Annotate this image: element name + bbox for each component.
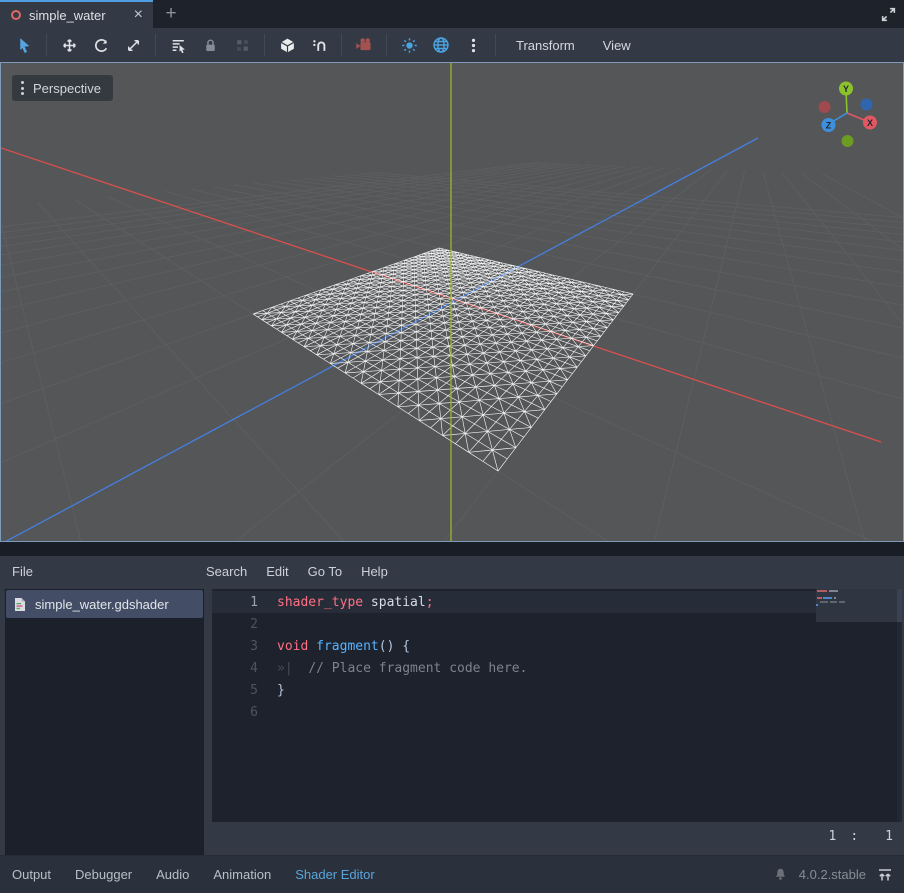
shader-file-list: simple_water.gdshader — [5, 589, 204, 855]
expand-bottom-panel-icon[interactable] — [877, 867, 893, 883]
code-text: void fragment() { — [277, 639, 410, 654]
line-number: 4 — [212, 661, 258, 676]
minimap-mark — [834, 597, 836, 599]
minimap-mark — [817, 597, 822, 599]
code-line[interactable]: 1 shader_type spatial; — [212, 591, 900, 613]
view-menu[interactable]: View — [589, 38, 645, 53]
axis-neg-y-ball[interactable] — [842, 135, 854, 147]
shader-file-circle-icon — [11, 10, 21, 20]
toolbar-separator — [495, 34, 496, 56]
scene-tab-bar: simple_water × + — [0, 0, 904, 28]
shader-code-editor[interactable]: 1 shader_type spatial; 2 3 void fragment() {… — [212, 589, 900, 822]
axis-neg-x-ball[interactable] — [819, 101, 831, 113]
code-line[interactable]: 6 — [212, 701, 900, 723]
perspective-kebab-icon — [21, 81, 24, 95]
file-list-item-selected[interactable]: simple_water.gdshader — [6, 590, 203, 618]
transform-menu[interactable]: Transform — [502, 38, 589, 53]
viewport-scene — [1, 63, 903, 541]
code-line[interactable]: 2 — [212, 613, 900, 635]
select-tool-icon[interactable] — [12, 33, 36, 57]
lock-object-icon[interactable] — [198, 33, 222, 57]
close-tab-icon[interactable]: × — [132, 7, 145, 23]
shader-menu-row: File Search Edit Go To Help — [0, 556, 904, 586]
rotate-tool-icon[interactable] — [89, 33, 113, 57]
line-number: 6 — [212, 705, 258, 720]
axis-y-label: Y — [843, 84, 849, 94]
scene-tab-simple-water[interactable]: simple_water × — [0, 0, 153, 28]
snap-magnet-icon[interactable] — [307, 33, 331, 57]
edit-menu[interactable]: Edit — [266, 564, 288, 579]
new-tab-button[interactable]: + — [153, 0, 189, 28]
move-tool-icon[interactable] — [57, 33, 81, 57]
dock-tab-animation[interactable]: Animation — [201, 867, 283, 882]
toggle-fullscreen-icon[interactable] — [880, 6, 897, 23]
version-label: 4.0.2.stable — [799, 867, 866, 882]
toolbar-separator — [46, 34, 47, 56]
minimap-mark — [839, 601, 845, 603]
shader-editor-panel: File Search Edit Go To Help simple_water… — [0, 556, 904, 893]
dock-tab-output[interactable]: Output — [0, 867, 63, 882]
dock-tab-debugger[interactable]: Debugger — [63, 867, 144, 882]
axis-gizmo[interactable]: Y X Z — [804, 77, 894, 157]
bottom-dock-bar: OutputDebuggerAudioAnimationShader Edito… — [0, 855, 904, 893]
code-line[interactable]: 3 void fragment() { — [212, 635, 900, 657]
line-number: 5 — [212, 683, 258, 698]
code-line[interactable]: 5} — [212, 679, 900, 701]
dock-tab-audio[interactable]: Audio — [144, 867, 201, 882]
minimap-mark — [820, 601, 828, 603]
cursor-position-indicator: 1 : 1 — [829, 829, 893, 844]
axis-x-label: X — [867, 118, 873, 128]
tab-title: simple_water — [29, 8, 124, 23]
shader-file-icon — [13, 597, 27, 612]
code-text: } — [277, 683, 285, 698]
help-menu[interactable]: Help — [361, 564, 388, 579]
file-menu[interactable]: File — [0, 564, 206, 579]
scale-tool-icon[interactable] — [121, 33, 145, 57]
panel-splitter[interactable] — [0, 542, 904, 556]
3d-viewport[interactable]: Perspective Y X Z — [0, 62, 904, 542]
minimap-mark — [817, 590, 827, 592]
group-object-icon[interactable] — [230, 33, 254, 57]
minimap-mark — [816, 604, 818, 606]
line-number: 1 — [212, 595, 258, 610]
cursor-line: 1 — [829, 829, 837, 844]
line-number: 2 — [212, 617, 258, 632]
axis-z-label: Z — [826, 120, 832, 130]
toolbar-separator — [386, 34, 387, 56]
minimap[interactable] — [816, 589, 897, 622]
notification-bell-icon[interactable] — [773, 867, 788, 882]
spatial-toolbar: Transform View — [0, 28, 904, 62]
code-line[interactable]: 4 »| // Place fragment code here. — [212, 657, 900, 679]
minimap-mark — [823, 597, 832, 599]
preview-sunlight-icon[interactable] — [397, 33, 421, 57]
camera-preview-icon[interactable] — [352, 33, 376, 57]
file-name: simple_water.gdshader — [35, 597, 169, 612]
godot-editor-window: simple_water × + — [0, 0, 904, 893]
search-menu[interactable]: Search — [206, 564, 247, 579]
select-mode-list-icon[interactable] — [166, 33, 190, 57]
code-text: shader_type spatial; — [277, 595, 434, 610]
minimap-mark — [830, 601, 837, 603]
line-number: 3 — [212, 639, 258, 654]
axis-neg-z-ball[interactable] — [861, 99, 873, 111]
toolbar-separator — [264, 34, 265, 56]
cursor-column: 1 — [885, 829, 893, 844]
preview-environment-icon[interactable] — [429, 33, 453, 57]
minimap-mark — [829, 590, 838, 592]
extra-options-kebab-icon[interactable] — [461, 33, 485, 57]
dock-tab-shader-editor[interactable]: Shader Editor — [283, 867, 387, 882]
goto-menu[interactable]: Go To — [308, 564, 342, 579]
mesh-cube-icon[interactable] — [275, 33, 299, 57]
editor-scrollbar[interactable] — [897, 589, 902, 822]
toolbar-separator — [341, 34, 342, 56]
code-text: »| // Place fragment code here. — [277, 661, 527, 676]
perspective-label: Perspective — [33, 81, 101, 96]
perspective-menu[interactable]: Perspective — [12, 75, 113, 101]
toolbar-separator — [155, 34, 156, 56]
